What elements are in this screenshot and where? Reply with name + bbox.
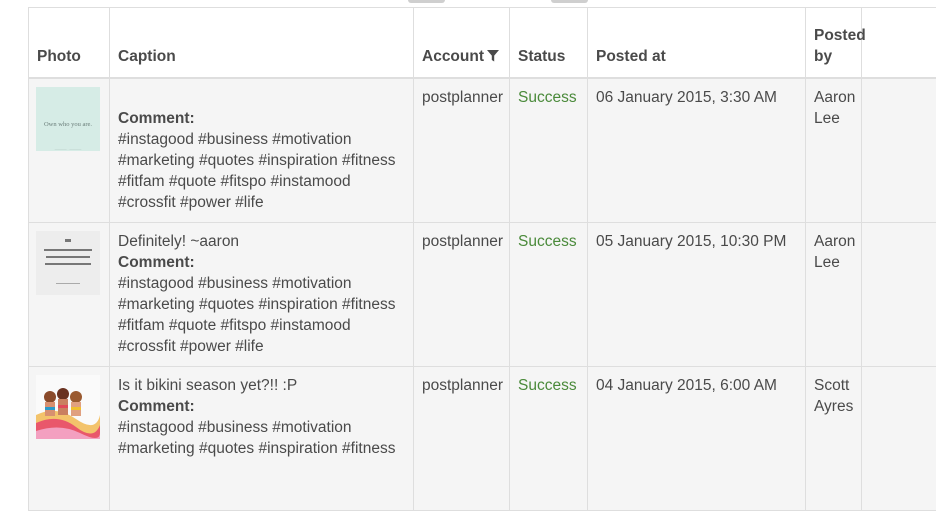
comment-label: Comment: (118, 108, 405, 129)
table-row: Is it bikini season yet?!! :P Comment: #… (29, 367, 936, 511)
extra-cell (862, 78, 936, 223)
thumbnail-text-line (45, 263, 91, 265)
posted-by-first-name: Aaron (814, 87, 853, 108)
post-thumbnail[interactable]: Own who you are. ———— · ———— (36, 87, 100, 151)
posted-by-last-name: Lee (814, 252, 853, 273)
comment-label: Comment: (118, 396, 405, 417)
extra-cell (862, 367, 936, 511)
account-cell: postplanner (414, 78, 510, 223)
comment-line: #instagood #business #motivation (118, 273, 405, 294)
caption-text: Definitely! ~aaron (118, 231, 405, 252)
comment-line: #crossfit #power #life (118, 336, 405, 357)
posted-by-last-name: Ayres (814, 396, 853, 417)
post-thumbnail[interactable] (36, 231, 100, 295)
column-header-posted-at: Posted at (588, 8, 806, 79)
posted-by-cell: Aaron Lee (806, 78, 862, 223)
caption-cell: Definitely! ~aaron Comment: #instagood #… (110, 223, 414, 367)
comment-line: #marketing #quotes #inspiration #fitness (118, 150, 405, 171)
caption-text (118, 87, 405, 108)
posted-by-first-name: Scott (814, 375, 853, 396)
caption-cell: Is it bikini season yet?!! :P Comment: #… (110, 367, 414, 511)
status-cell: Success (510, 223, 588, 367)
posted-by-cell: Scott Ayres (806, 367, 862, 511)
posted-by-last-name: Lee (814, 108, 853, 129)
comment-line: #marketing #quotes #inspiration #fitness (118, 294, 405, 315)
table-row: Own who you are. ———— · ———— Comment: #i… (29, 78, 936, 223)
status-cell: Success (510, 78, 588, 223)
comment-line: #fitfam #quote #fitspo #instamood (118, 315, 405, 336)
table-row: Definitely! ~aaron Comment: #instagood #… (29, 223, 936, 367)
table-header-row: Photo Caption Account Status Posted at P… (29, 8, 936, 79)
posted-at-cell: 06 January 2015, 3:30 AM (588, 78, 806, 223)
column-header-status: Status (510, 8, 588, 79)
comment-line: #marketing #quotes #inspiration #fitness (118, 438, 405, 459)
thumbnail-text-line (46, 256, 90, 258)
comment-line: #crossfit #power #life (118, 192, 405, 213)
thumbnail-quote-text: Own who you are. (36, 114, 100, 135)
column-header-caption: Caption (110, 8, 414, 79)
account-cell: postplanner (414, 223, 510, 367)
filter-icon[interactable] (487, 50, 499, 62)
top-tab-right[interactable] (551, 0, 588, 3)
column-header-photo: Photo (29, 8, 110, 79)
thumbnail-credit-line: ———— · ———— (36, 139, 100, 151)
extra-cell (862, 223, 936, 367)
bikini-photo-image (36, 375, 100, 439)
photo-cell: Own who you are. ———— · ———— (29, 78, 110, 223)
status-cell: Success (510, 367, 588, 511)
posted-at-cell: 05 January 2015, 10:30 PM (588, 223, 806, 367)
posts-table: Photo Caption Account Status Posted at P… (28, 7, 936, 511)
thumbnail-text-line (56, 283, 80, 284)
thumbnail-text-line (44, 249, 92, 251)
account-cell: postplanner (414, 367, 510, 511)
caption-text: Is it bikini season yet?!! :P (118, 375, 405, 396)
posted-at-cell: 04 January 2015, 6:00 AM (588, 367, 806, 511)
column-header-account-label: Account (422, 48, 484, 65)
photo-cell (29, 223, 110, 367)
posted-by-cell: Aaron Lee (806, 223, 862, 367)
post-thumbnail[interactable] (36, 375, 100, 439)
comment-line: #instagood #business #motivation (118, 417, 405, 438)
comment-line: #fitfam #quote #fitspo #instamood (118, 171, 405, 192)
top-tab-left[interactable] (408, 0, 445, 3)
posts-table-container: Photo Caption Account Status Posted at P… (28, 7, 936, 511)
comment-label: Comment: (118, 252, 405, 273)
posted-by-first-name: Aaron (814, 231, 853, 252)
thumbnail-text-line (65, 239, 71, 242)
column-header-extra (862, 8, 936, 79)
caption-cell: Comment: #instagood #business #motivatio… (110, 78, 414, 223)
photo-cell (29, 367, 110, 511)
column-header-posted-by: Posted by (806, 8, 862, 79)
comment-line: #instagood #business #motivation (118, 129, 405, 150)
column-header-account[interactable]: Account (414, 8, 510, 79)
